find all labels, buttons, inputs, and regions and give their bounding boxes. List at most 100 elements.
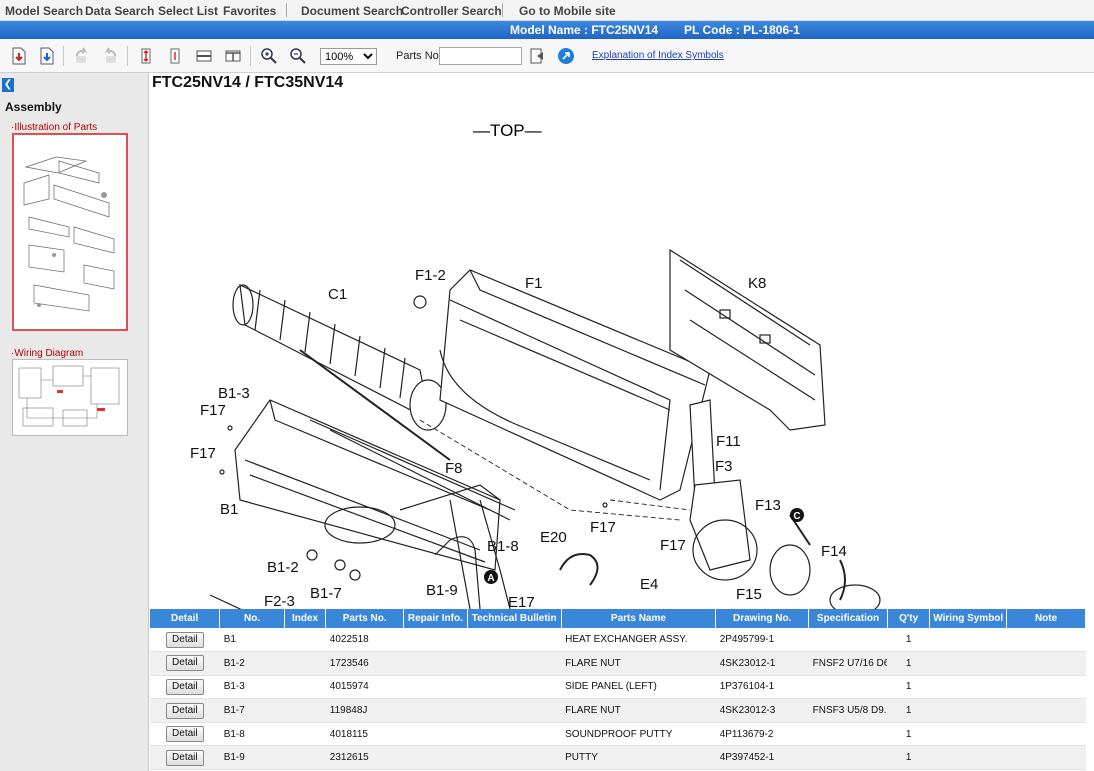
callout-label: B1 <box>220 501 238 518</box>
cell-index <box>284 722 326 747</box>
nav-model-search[interactable]: Model Search <box>5 4 83 18</box>
detail-button[interactable]: Detail <box>165 655 204 672</box>
toolbar-divider <box>250 46 251 66</box>
cell-technical-bulletin <box>467 651 562 676</box>
callout-label: F13 <box>755 497 781 514</box>
cell-parts-no: 4022518 <box>325 628 404 653</box>
cell-repair-info <box>403 628 468 653</box>
zoom-select[interactable]: 100% <box>320 48 377 65</box>
nav-select-list[interactable]: Select List <box>158 4 218 18</box>
nav-document-search[interactable]: Document Search <box>301 4 403 18</box>
detail-button[interactable]: Detail <box>165 726 204 743</box>
cell-qty: 1 <box>887 628 930 653</box>
split-horizontal-icon[interactable] <box>193 45 215 67</box>
column-header: Parts Name <box>561 609 717 628</box>
cell-qty: 1 <box>887 745 930 771</box>
sidebar: ❮ Assembly ·Illustration of Parts ·Wirin… <box>0 73 149 771</box>
detail-button[interactable]: Detail <box>165 678 204 695</box>
callout-label: C1 <box>328 286 347 303</box>
column-header: Index <box>284 609 327 628</box>
sidebar-item-wiring[interactable]: ·Wiring Diagram <box>11 348 83 359</box>
nav-favorites[interactable]: Favorites <box>223 4 276 18</box>
illustration-thumbnail[interactable] <box>12 133 128 331</box>
cell-note <box>1006 722 1086 747</box>
wiring-thumbnail[interactable] <box>12 359 128 436</box>
cell-index <box>284 628 326 653</box>
cell-parts-name: PUTTY <box>561 745 716 771</box>
cell-drawing-no: 4SK23012-3 <box>715 698 809 723</box>
cell-repair-info <box>403 675 468 700</box>
split-vertical-icon[interactable] <box>222 45 244 67</box>
cell-note <box>1006 651 1086 676</box>
table-row: Detail B1-3 4015974 SIDE PANEL (LEFT) 1P… <box>150 675 1086 700</box>
parts-table: Detail No. Index Parts No. Repair Info. … <box>150 609 1086 771</box>
parts-no-input[interactable] <box>439 47 522 65</box>
callout-label: F3 <box>715 458 733 475</box>
callout-label: E4 <box>640 576 658 593</box>
cell-repair-info <box>403 722 468 747</box>
cell-no: B1-7 <box>219 698 285 723</box>
open-external-icon[interactable] <box>555 45 577 67</box>
callout-label: F17 <box>190 445 216 462</box>
callout-label: F17 <box>200 402 226 419</box>
cell-technical-bulletin <box>467 628 562 653</box>
cell-parts-no: 4015974 <box>325 675 404 700</box>
svg-text:A: A <box>487 573 494 584</box>
sidebar-item-illustration[interactable]: ·Illustration of Parts <box>11 122 97 133</box>
cell-technical-bulletin <box>467 722 562 747</box>
column-header: Specification <box>808 609 888 628</box>
callout-label: F1 <box>525 275 543 292</box>
callout-label: F1-2 <box>415 267 446 284</box>
detail-button[interactable]: Detail <box>165 702 204 719</box>
cell-parts-name: FLARE NUT <box>561 698 716 723</box>
cell-specification <box>808 722 888 747</box>
cell-qty: 1 <box>887 675 930 700</box>
column-header: Note <box>1006 609 1086 628</box>
cell-no: B1-2 <box>219 651 285 676</box>
svg-text:C: C <box>793 511 800 522</box>
parts-search-icon[interactable] <box>527 45 549 67</box>
cell-specification: FNSF2 U7/16 D6 <box>808 651 888 676</box>
nav-data-search[interactable]: Data Search <box>85 4 154 18</box>
detail-button[interactable]: Detail <box>165 631 204 648</box>
column-header: Repair Info. <box>403 609 468 628</box>
marker-a: A <box>484 570 498 584</box>
back-hand-icon[interactable] <box>71 45 93 67</box>
detail-button[interactable]: Detail <box>165 749 204 766</box>
sidebar-section-title: Assembly <box>5 100 62 114</box>
forward-hand-icon[interactable] <box>99 45 121 67</box>
cell-drawing-no: 4P113679-2 <box>715 722 809 747</box>
cell-repair-info <box>403 651 468 676</box>
nav-mobile-site[interactable]: Go to Mobile site <box>519 4 616 18</box>
callout-label: F8 <box>445 460 463 477</box>
callout-label: B1-9 <box>426 582 458 599</box>
cell-qty: 1 <box>887 698 930 723</box>
fit-page-icon[interactable] <box>164 45 186 67</box>
explanation-link[interactable]: Explanation of Index Symbols <box>592 50 724 61</box>
cell-wiring-symbol <box>929 628 1007 653</box>
zoom-out-icon[interactable] <box>287 45 309 67</box>
cell-technical-bulletin <box>467 745 562 771</box>
cell-specification: FNSF3 U5/8 D9.5 <box>808 698 888 723</box>
cell-wiring-symbol <box>929 675 1007 700</box>
cell-drawing-no: 2P495799-1 <box>715 628 809 653</box>
cell-parts-no: 2312615 <box>325 745 404 771</box>
toolbar: 100% Parts No. Explanation of Index Symb… <box>0 39 1094 73</box>
zoom-in-icon[interactable] <box>258 45 280 67</box>
cell-index <box>284 651 326 676</box>
parts-no-label: Parts No. <box>396 50 442 62</box>
cell-parts-no: 1723546 <box>325 651 404 676</box>
cell-no: B1 <box>219 628 285 653</box>
callout-label: B1-8 <box>487 538 519 555</box>
download-icon[interactable] <box>36 45 58 67</box>
cell-no: B1-3 <box>219 675 285 700</box>
column-header: No. <box>219 609 285 628</box>
pdf-export-icon[interactable] <box>8 45 30 67</box>
callout-label: F15 <box>736 586 762 603</box>
callout-label: F17 <box>590 519 616 536</box>
cell-specification <box>808 628 888 653</box>
nav-controller-search[interactable]: Controller Search <box>401 4 502 18</box>
collapse-sidebar-icon[interactable]: ❮ <box>2 78 14 92</box>
fit-height-icon[interactable] <box>135 45 157 67</box>
column-header: Detail <box>150 609 221 628</box>
